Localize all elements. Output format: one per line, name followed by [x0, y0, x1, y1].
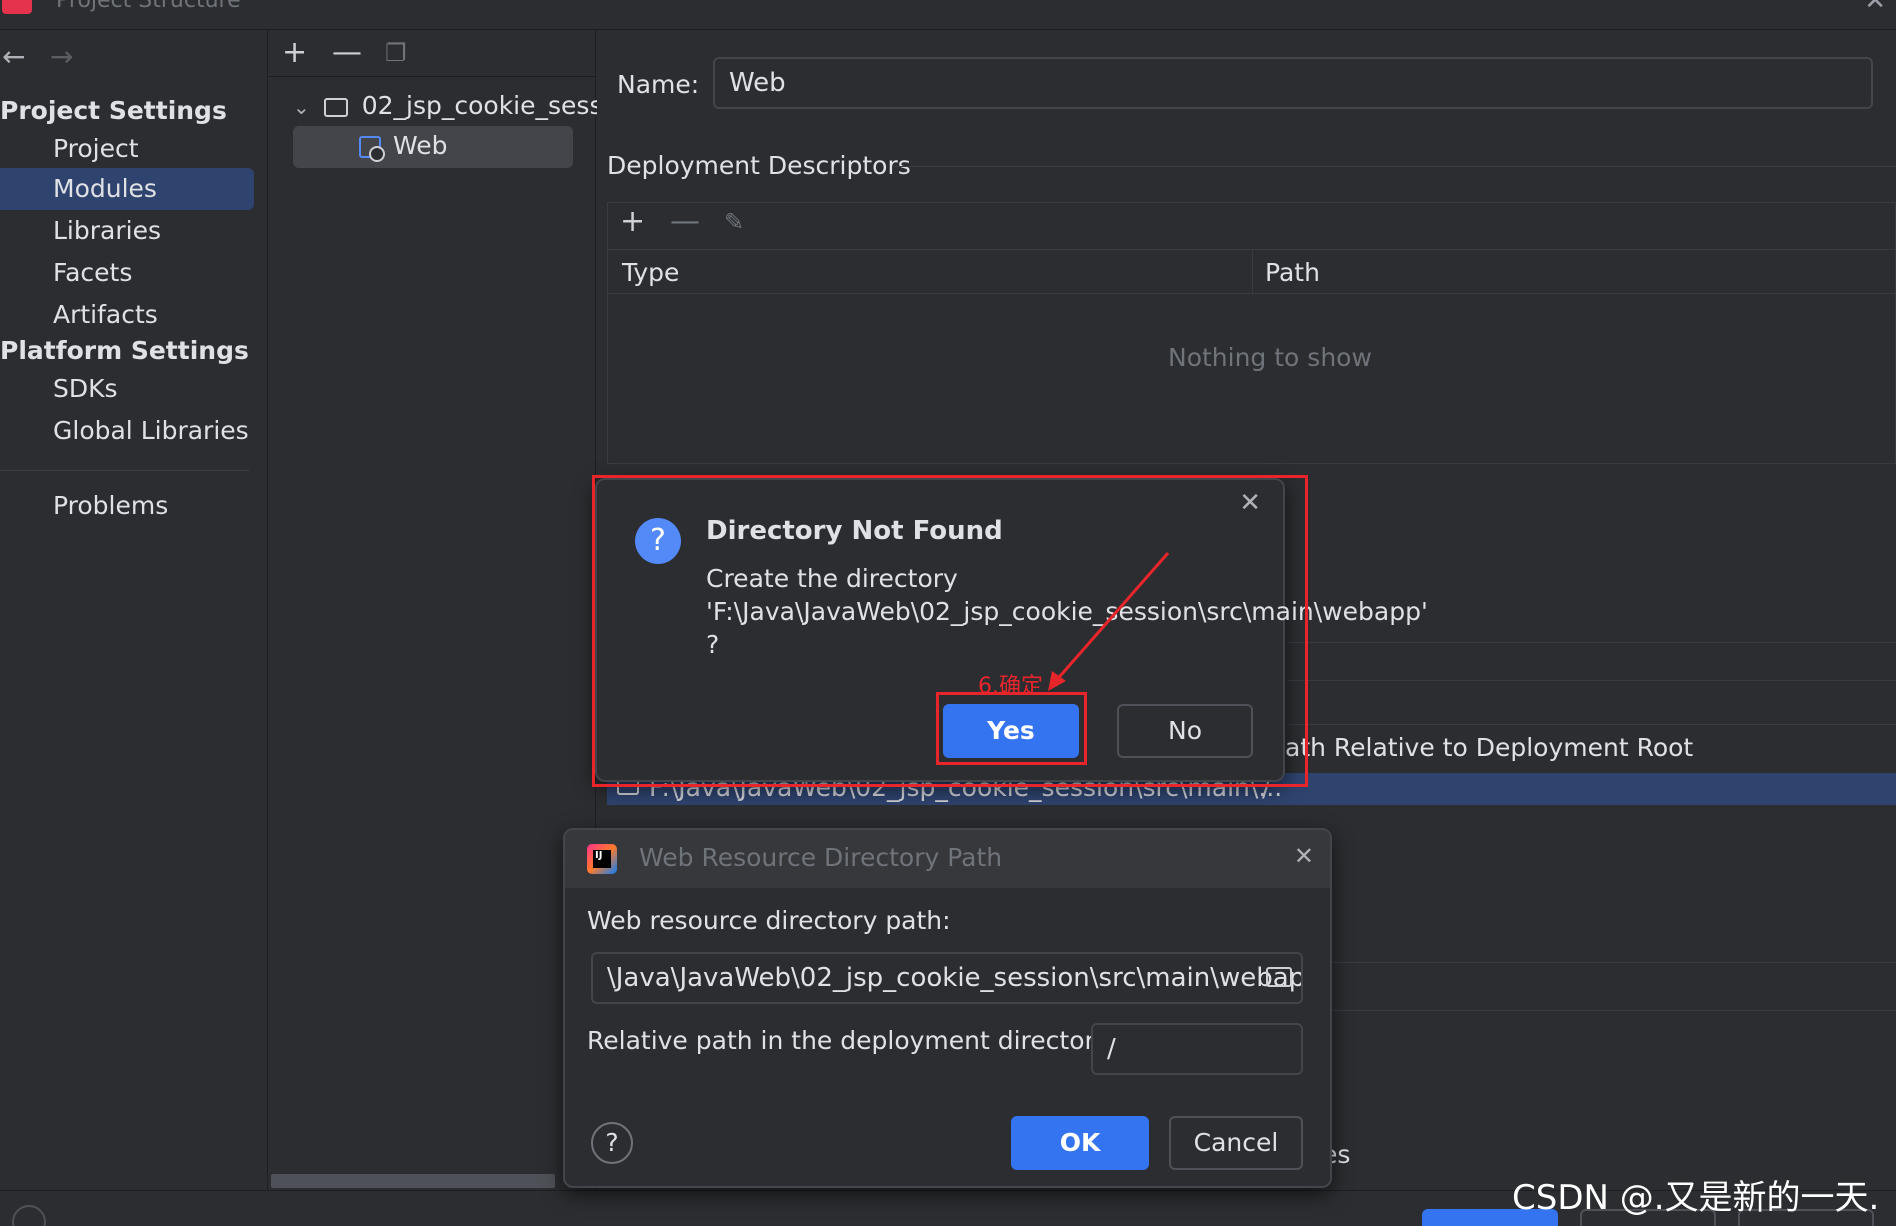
path-label: Web resource directory path:: [587, 906, 951, 935]
window-close-icon[interactable]: ✕: [1864, 0, 1886, 16]
tree-node-module-label: 02_jsp_cookie_sessic: [361, 91, 624, 120]
help-icon[interactable]: [12, 1205, 46, 1226]
nav-item-global-libraries[interactable]: Global Libraries: [0, 410, 254, 452]
forward-arrow-icon[interactable]: →: [50, 40, 73, 73]
deployment-descriptors-heading: Deployment Descriptors: [607, 151, 911, 180]
section-separator: [1287, 962, 1896, 963]
section-separator: [1287, 1010, 1896, 1011]
add-icon[interactable]: +: [282, 38, 307, 68]
folder-icon: [323, 97, 348, 117]
annotation-yes-highlight: [936, 692, 1087, 765]
nav-item-sdks[interactable]: SDKs: [0, 368, 254, 410]
nav-item-libraries[interactable]: Libraries: [0, 210, 254, 252]
dialog-title: Web Resource Directory Path: [639, 843, 1003, 872]
nav-group-project-settings: Project Settings: [0, 96, 227, 125]
column-header-relative-path[interactable]: ath Relative to Deployment Root: [1285, 733, 1693, 762]
nav-group-platform-settings: Platform Settings: [0, 336, 249, 365]
web-facet-icon: [359, 136, 385, 162]
remove-icon[interactable]: —: [332, 38, 362, 68]
watermark: CSDN @.又是新的一天.: [1512, 1178, 1880, 1218]
horizontal-scrollbar[interactable]: [271, 1174, 555, 1188]
name-label: Name:: [617, 70, 700, 99]
table-header-separator: [608, 293, 1896, 294]
nav-item-project[interactable]: Project: [0, 128, 254, 170]
ok-button[interactable]: OK: [1011, 1116, 1149, 1170]
dialog-header: IJ Web Resource Directory Path ✕: [565, 830, 1330, 888]
nav-item-problems[interactable]: Problems: [0, 485, 254, 527]
app-logo-icon: [2, 0, 32, 14]
nav-item-artifacts[interactable]: Artifacts: [0, 294, 254, 336]
relative-path-field[interactable]: /: [1091, 1023, 1303, 1075]
tree-node-web-label: Web: [392, 131, 448, 160]
nav-item-modules[interactable]: Modules: [0, 168, 254, 210]
column-header-path[interactable]: Path: [1265, 258, 1320, 287]
annotation-step-label: 6.确定: [978, 674, 1043, 699]
nav-item-facets[interactable]: Facets: [0, 252, 254, 294]
annotation-arrow-icon: [1048, 552, 1170, 691]
title-bar: Project Structure ✕: [0, 0, 1896, 30]
close-icon[interactable]: ✕: [1294, 842, 1314, 870]
help-button[interactable]: ?: [591, 1122, 633, 1164]
tree-node-web[interactable]: Web: [293, 126, 573, 168]
window-title: Project Structure: [56, 0, 241, 13]
path-field[interactable]: \Java\JavaWeb\02_jsp_cookie_session\src\…: [591, 952, 1303, 1004]
copy-icon[interactable]: ❐: [385, 38, 407, 68]
section-separator: [1287, 724, 1896, 725]
back-arrow-icon[interactable]: ←: [2, 40, 25, 73]
nav-separator: [0, 470, 250, 471]
tree-node-module[interactable]: ⌄ 02_jsp_cookie_sessic: [293, 86, 623, 127]
remove-descriptor-icon[interactable]: —: [670, 207, 700, 237]
web-resource-dialog: IJ Web Resource Directory Path ✕ Web res…: [563, 828, 1332, 1188]
section-separator: [1287, 680, 1896, 681]
browse-folder-icon[interactable]: [1266, 967, 1292, 987]
intellij-logo-icon: IJ: [587, 844, 617, 874]
relative-path-label: Relative path in the deployment director…: [587, 1026, 1117, 1055]
section-separator: [1287, 642, 1896, 643]
descriptors-table: + — ✎ Type Path Nothing to show: [607, 202, 1896, 464]
add-descriptor-icon[interactable]: +: [620, 207, 645, 237]
edit-pencil-icon[interactable]: ✎: [724, 207, 744, 237]
section-separator: [892, 166, 1896, 167]
cancel-button[interactable]: Cancel: [1169, 1116, 1303, 1170]
left-navigation: ← → Project Settings Project Modules Lib…: [0, 30, 268, 1190]
toolbar-separator: [269, 76, 596, 77]
column-divider: [1252, 250, 1253, 294]
empty-table-text: Nothing to show: [1168, 343, 1372, 372]
module-tree-panel: + — ❐ ⌄ 02_jsp_cookie_sessic Web: [269, 30, 623, 1190]
name-field[interactable]: Web: [713, 57, 1873, 109]
column-header-type[interactable]: Type: [622, 258, 679, 287]
chevron-down-icon[interactable]: ⌄: [293, 95, 310, 119]
